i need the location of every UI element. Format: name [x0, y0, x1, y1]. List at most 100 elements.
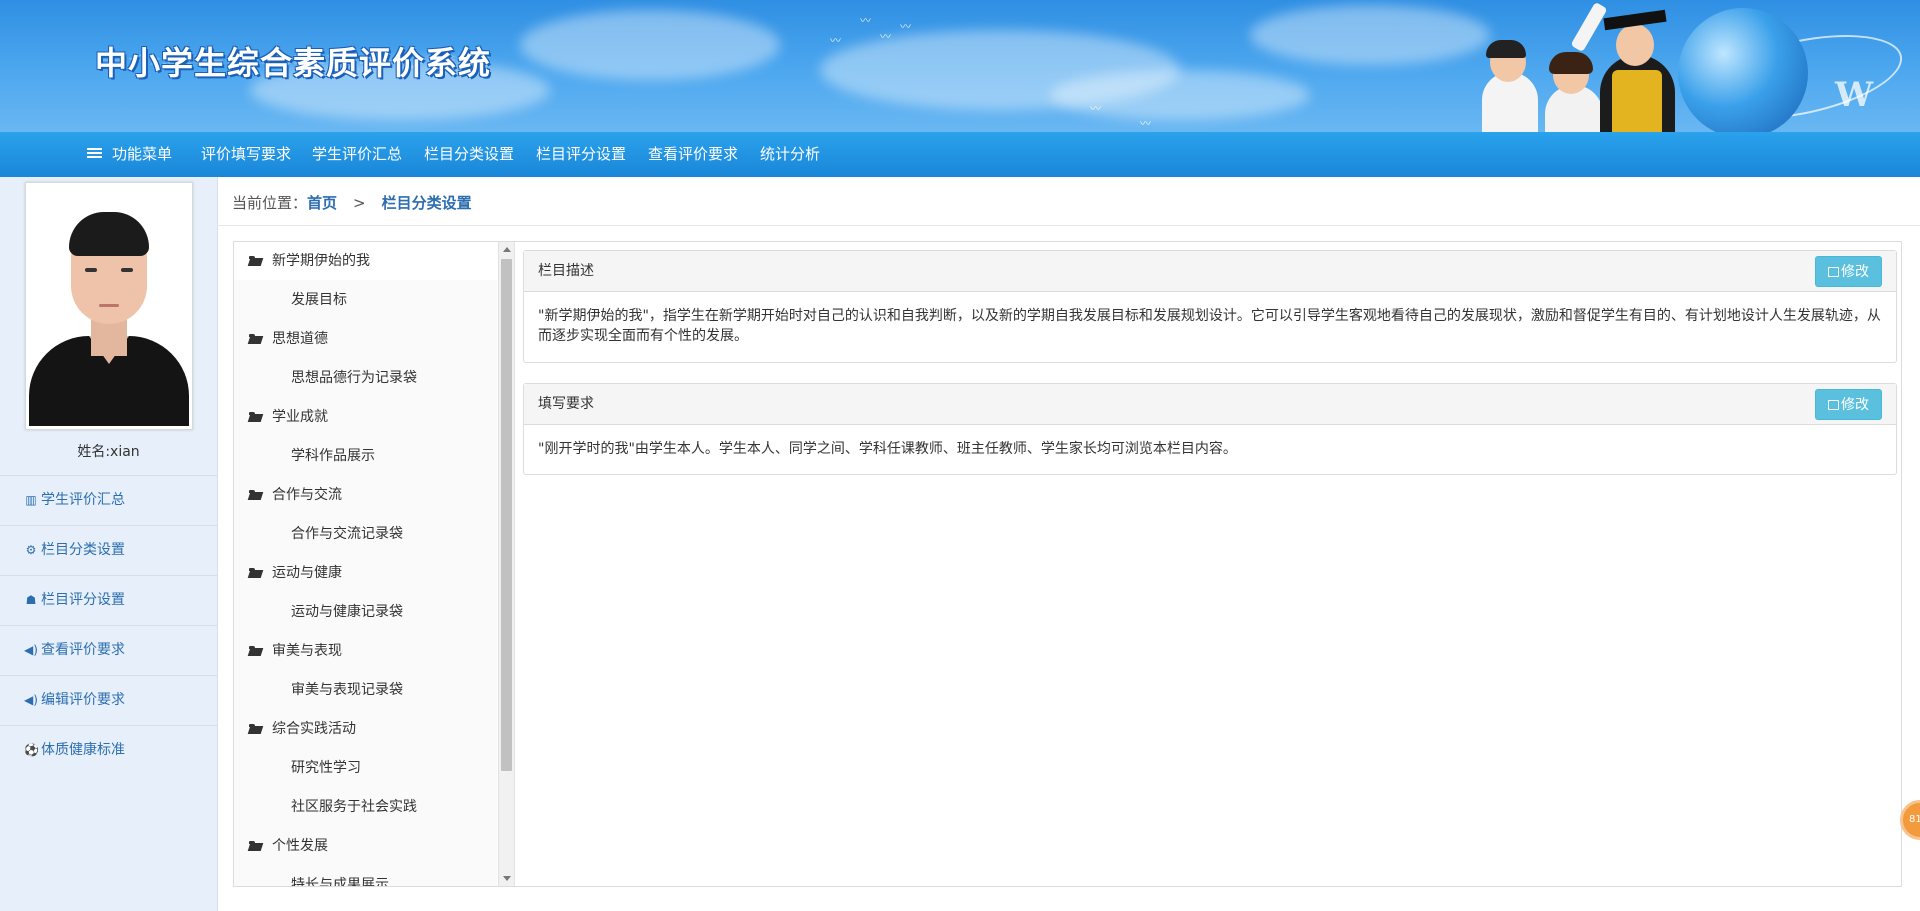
description-panel-header: 栏目描述 修改 — [524, 251, 1896, 292]
sidebar: 姓名:xian ▥ 学生评价汇总 ⚙ 栏目分类设置 ☗ 栏目评分设置 ◀) 查看评价要求… — [0, 177, 218, 911]
tree-category-node[interactable]: 运动与健康 — [234, 554, 497, 592]
bird-icon: 〰 — [860, 14, 871, 27]
tree-subcategory-node[interactable]: 运动与健康记录袋 — [234, 593, 497, 631]
sidebar-item-edit-requirements[interactable]: ◀) 编辑评价要求 — [0, 675, 217, 724]
requirement-text: "刚开学时的我"由学生本人。学生本人、同学之间、学科任课教师、班主任教师、学生家… — [538, 441, 1237, 457]
scroll-down-arrow-icon[interactable] — [503, 876, 511, 881]
tree-subcategory-node[interactable]: 学科作品展示 — [234, 437, 497, 475]
tree-category-node[interactable]: 个性发展 — [234, 827, 497, 865]
tree-node-label: 综合实践活动 — [272, 721, 356, 737]
tree-node-label: 运动与健康记录袋 — [291, 604, 403, 620]
category-tree: 新学期伊始的我 发展目标思想道德思想品德行为记录袋学业成就学科作品展示合作与交流合… — [234, 242, 497, 886]
w-logo: W — [1835, 75, 1874, 115]
bird-icon: 〰 — [1140, 117, 1151, 130]
sidebar-item-category-settings[interactable]: ⚙ 栏目分类设置 — [0, 525, 217, 574]
tree-category-node[interactable]: 思想道德 — [234, 320, 497, 358]
edit-requirement-button[interactable]: 修改 — [1815, 389, 1882, 420]
folder-open-icon — [247, 568, 264, 578]
sidebar-item-label: 栏目评分设置 — [41, 592, 125, 608]
nav-item-view-requirements[interactable]: 查看评价要求 — [648, 132, 738, 177]
sidebar-item-label: 体质健康标准 — [41, 742, 125, 758]
breadcrumb-prefix: 当前位置： — [232, 194, 308, 212]
folder-open-icon — [247, 334, 264, 344]
bird-icon: 〰 — [1090, 102, 1101, 115]
folder-open-icon — [247, 841, 264, 851]
volume-icon: ◀) — [24, 693, 38, 707]
sitemap-icon: ☗ — [25, 593, 37, 607]
floating-badge[interactable]: 81 — [1900, 800, 1920, 840]
nav-item-evaluation-requirements[interactable]: 评价填写要求 — [201, 132, 291, 177]
sidebar-item-view-requirements[interactable]: ◀) 查看评价要求 — [0, 625, 217, 674]
soccer-ball-icon: ⚽ — [24, 743, 39, 757]
nav-item-student-summary[interactable]: 学生评价汇总 — [312, 132, 402, 177]
tree-node-label: 社区服务于社会实践 — [291, 799, 417, 815]
avatar — [25, 182, 193, 430]
tree-subcategory-node[interactable]: 合作与交流记录袋 — [234, 515, 497, 553]
bird-icon: 〰 — [880, 30, 891, 43]
bird-icon: 〰 — [900, 20, 911, 33]
list-icon — [87, 148, 102, 159]
breadcrumb-home-link[interactable]: 首页 — [307, 194, 337, 212]
nav-item-scoring-settings[interactable]: 栏目评分设置 — [536, 132, 626, 177]
sidebar-item-scoring-settings[interactable]: ☗ 栏目评分设置 — [0, 575, 217, 624]
tree-node-label: 学业成就 — [272, 409, 328, 425]
edit-description-button[interactable]: 修改 — [1815, 256, 1882, 287]
tree-subcategory-node[interactable]: 研究性学习 — [234, 749, 497, 787]
sidebar-item-label: 编辑评价要求 — [41, 692, 125, 708]
tree-node-label: 运动与健康 — [272, 565, 342, 581]
tree-subcategory-node[interactable]: 特长与成果展示 — [234, 866, 497, 886]
tree-node-label: 思想道德 — [272, 331, 328, 347]
tree-subcategory-node[interactable]: 思想品德行为记录袋 — [234, 359, 497, 397]
breadcrumb-separator: > — [353, 194, 366, 212]
site-title: 中小学生综合素质评价系统 — [95, 44, 492, 82]
description-text: "新学期伊始的我"，指学生在新学期开始时对自己的认识和自我判断，以及新的学期自我… — [538, 308, 1881, 344]
description-panel-title: 栏目描述 — [538, 263, 594, 279]
tree-category-node[interactable]: 审美与表现 — [234, 632, 497, 670]
tree-category-node[interactable]: 综合实践活动 — [234, 710, 497, 748]
tree-node-label: 学科作品展示 — [291, 448, 375, 464]
sidebar-item-fitness-standards[interactable]: ⚽ 体质健康标准 — [0, 725, 217, 774]
divider — [217, 225, 1920, 226]
nav-item-category-settings[interactable]: 栏目分类设置 — [424, 132, 514, 177]
requirement-panel: 填写要求 修改 "刚开学时的我"由学生本人。学生本人、同学之间、学科任课教师、班… — [523, 383, 1897, 475]
tree-node-label: 审美与表现 — [272, 643, 342, 659]
sidebar-item-label: 查看评价要求 — [41, 642, 125, 658]
tree-subcategory-node[interactable]: 审美与表现记录袋 — [234, 671, 497, 709]
tree-category-node[interactable]: 新学期伊始的我 — [234, 242, 497, 280]
edit-icon — [1828, 400, 1839, 410]
tree-node-label: 特长与成果展示 — [291, 877, 389, 886]
avatar-photo — [29, 186, 189, 426]
folder-open-icon — [247, 412, 264, 422]
breadcrumb-current[interactable]: 栏目分类设置 — [382, 194, 472, 212]
tree-category-node[interactable]: 合作与交流 — [234, 476, 497, 514]
bird-icon: 〰 — [830, 34, 841, 47]
globe-illustration — [1678, 8, 1808, 132]
sidebar-item-student-summary[interactable]: ▥ 学生评价汇总 — [0, 475, 217, 524]
tree-node-label: 个性发展 — [272, 838, 328, 854]
gear-icon: ⚙ — [25, 543, 37, 557]
bar-chart-icon: ▥ — [25, 493, 37, 507]
folder-open-icon — [247, 490, 264, 500]
requirement-panel-header: 填写要求 修改 — [524, 384, 1896, 425]
edit-button-label: 修改 — [1841, 397, 1869, 413]
tree-subcategory-node[interactable]: 社区服务于社会实践 — [234, 788, 497, 826]
main-nav: 功能菜单 评价填写要求 学生评价汇总 栏目分类设置 栏目评分设置 查看评价要求 … — [0, 132, 1920, 177]
tree-node-label: 合作与交流 — [272, 487, 342, 503]
sidebar-item-label: 学生评价汇总 — [41, 492, 125, 508]
scroll-thumb[interactable] — [501, 259, 512, 771]
content-frame: 新学期伊始的我 发展目标思想道德思想品德行为记录袋学业成就学科作品展示合作与交流合… — [233, 241, 1902, 887]
tree-node-label: 发展目标 — [291, 292, 347, 308]
edit-button-label: 修改 — [1841, 264, 1869, 280]
tree-node-label: 新学期伊始的我 — [272, 253, 370, 269]
tree-category-node[interactable]: 学业成就 — [234, 398, 497, 436]
tree-subcategory-node[interactable]: 发展目标 — [234, 281, 497, 319]
tree-scrollbar[interactable] — [498, 242, 514, 886]
sidebar-item-label: 栏目分类设置 — [41, 542, 125, 558]
tree-node-label: 合作与交流记录袋 — [291, 526, 403, 542]
folder-open-icon — [247, 724, 264, 734]
function-menu-button[interactable]: 功能菜单 — [87, 132, 172, 177]
breadcrumb: 当前位置：首页 > 栏目分类设置 — [232, 192, 472, 213]
scroll-up-arrow-icon[interactable] — [503, 247, 511, 252]
folder-open-icon — [247, 646, 264, 656]
nav-item-statistics[interactable]: 统计分析 — [760, 132, 820, 177]
